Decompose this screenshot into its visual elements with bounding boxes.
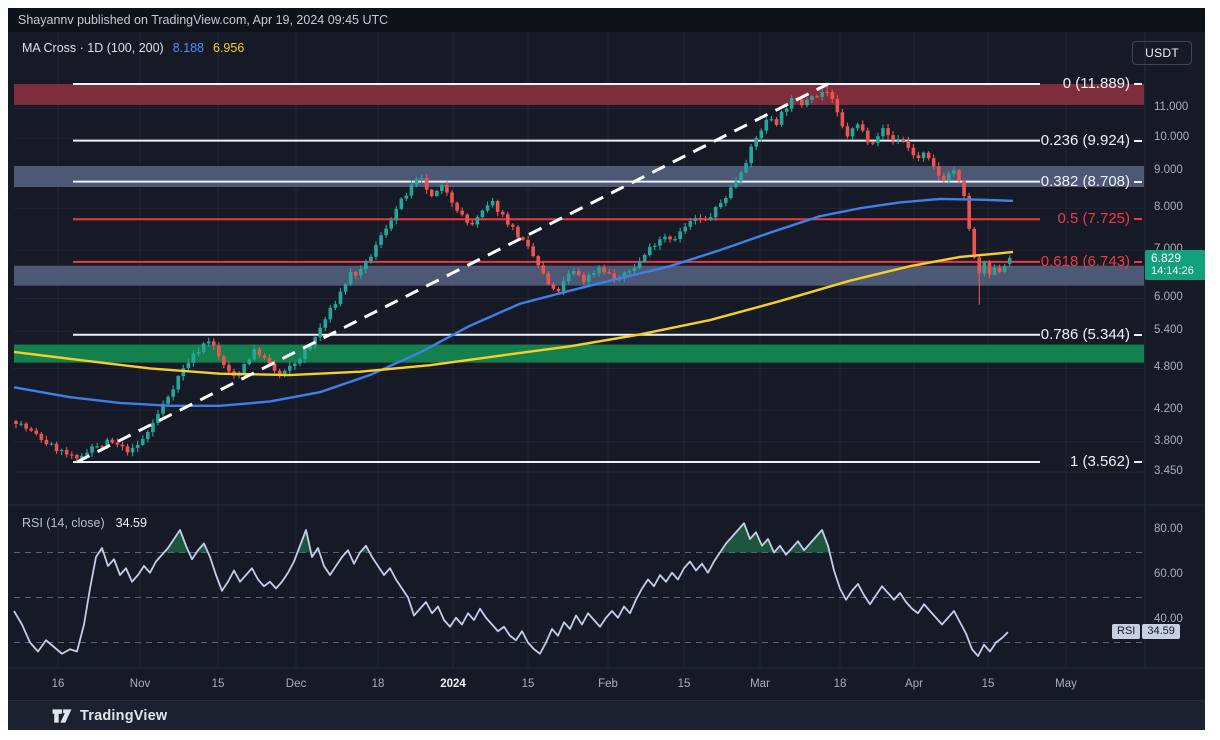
fib-level-tick (1134, 83, 1142, 85)
fib-level-label: 1 (3.562) (1070, 453, 1130, 470)
price-axis-label: 5.400 (1154, 324, 1183, 336)
fib-level-label: 0.236 (9.924) (1041, 132, 1130, 149)
time-axis-label: 15 (678, 678, 691, 690)
rsi-badge-value: 34.59 (1142, 624, 1180, 639)
fib-level-tick (1134, 261, 1142, 263)
tradingview-logo-icon (52, 708, 72, 724)
time-axis-label: 15 (522, 678, 535, 690)
price-axis-label: 9.000 (1154, 164, 1183, 176)
candle-countdown: 14:14:26 (1151, 265, 1205, 278)
ma200-value: 6.956 (213, 41, 244, 55)
time-axis-label: Apr (905, 678, 923, 690)
time-axis-label: Nov (130, 678, 150, 690)
time-axis-label: May (1055, 678, 1077, 690)
rsi-legend-title: RSI (14, close) (22, 516, 105, 530)
rsi-indicator-legend[interactable]: RSI (14, close) 34.59 (22, 516, 147, 530)
fib-level-label: 0.618 (6.743) (1041, 253, 1130, 270)
time-axis-label: 16 (52, 678, 65, 690)
time-axis-label: 15 (982, 678, 995, 690)
fib-level-tick (1134, 334, 1142, 336)
ma100-value: 8.188 (173, 41, 204, 55)
price-axis-label: 3.450 (1154, 465, 1183, 477)
price-axis-label: 11.000 (1154, 101, 1188, 113)
main-indicator-legend[interactable]: MA Cross · 1D (100, 200) 8.188 6.956 (22, 41, 244, 55)
time-axis-label: 15 (212, 678, 225, 690)
fib-level-label: 0.5 (7.725) (1057, 210, 1130, 227)
time-axis-label: Feb (598, 678, 618, 690)
fib-level-tick (1134, 218, 1142, 220)
price-axis-label: 4.200 (1154, 403, 1183, 415)
rsi-legend-value: 34.59 (116, 516, 147, 530)
footer-bar: TradingView (8, 700, 1205, 730)
time-axis-label: Mar (750, 678, 770, 690)
fib-level-label: 0.786 (5.344) (1041, 326, 1130, 343)
price-axis-label: 4.800 (1154, 361, 1183, 373)
time-axis-label: 18 (834, 678, 847, 690)
tradingview-brand-link[interactable]: TradingView (80, 708, 167, 724)
ma-cross-legend-title: MA Cross · 1D (100, 200) (22, 41, 164, 55)
time-axis-label: 2024 (440, 678, 466, 690)
price-axis-label: 6.000 (1154, 291, 1183, 303)
rsi-badge-label: RSI (1112, 624, 1140, 639)
fib-level-label: 0 (11.889) (1063, 75, 1130, 92)
chart-canvas[interactable] (8, 8, 1205, 730)
fib-level-tick (1134, 140, 1142, 142)
fib-level-tick (1134, 181, 1142, 183)
rsi-axis-label: 60.00 (1154, 568, 1183, 580)
last-price-badge: 6.829 14:14:26 (1145, 250, 1205, 280)
last-price-value: 6.829 (1151, 252, 1205, 265)
rsi-value-badge: RSI 34.59 (1112, 624, 1180, 639)
price-axis-label: 10.000 (1154, 131, 1189, 143)
fib-level-tick (1134, 461, 1142, 463)
time-axis-label: 18 (372, 678, 385, 690)
price-axis-label: 8.000 (1154, 201, 1183, 213)
rsi-axis-label: 80.00 (1154, 523, 1183, 535)
tradingview-chart-card: Shayannv published on TradingView.com, A… (8, 8, 1205, 730)
price-axis-label: 3.800 (1154, 435, 1183, 447)
quote-currency-button[interactable]: USDT (1132, 41, 1192, 65)
fib-level-label: 0.382 (8.708) (1041, 173, 1130, 190)
time-axis-label: Dec (286, 678, 306, 690)
